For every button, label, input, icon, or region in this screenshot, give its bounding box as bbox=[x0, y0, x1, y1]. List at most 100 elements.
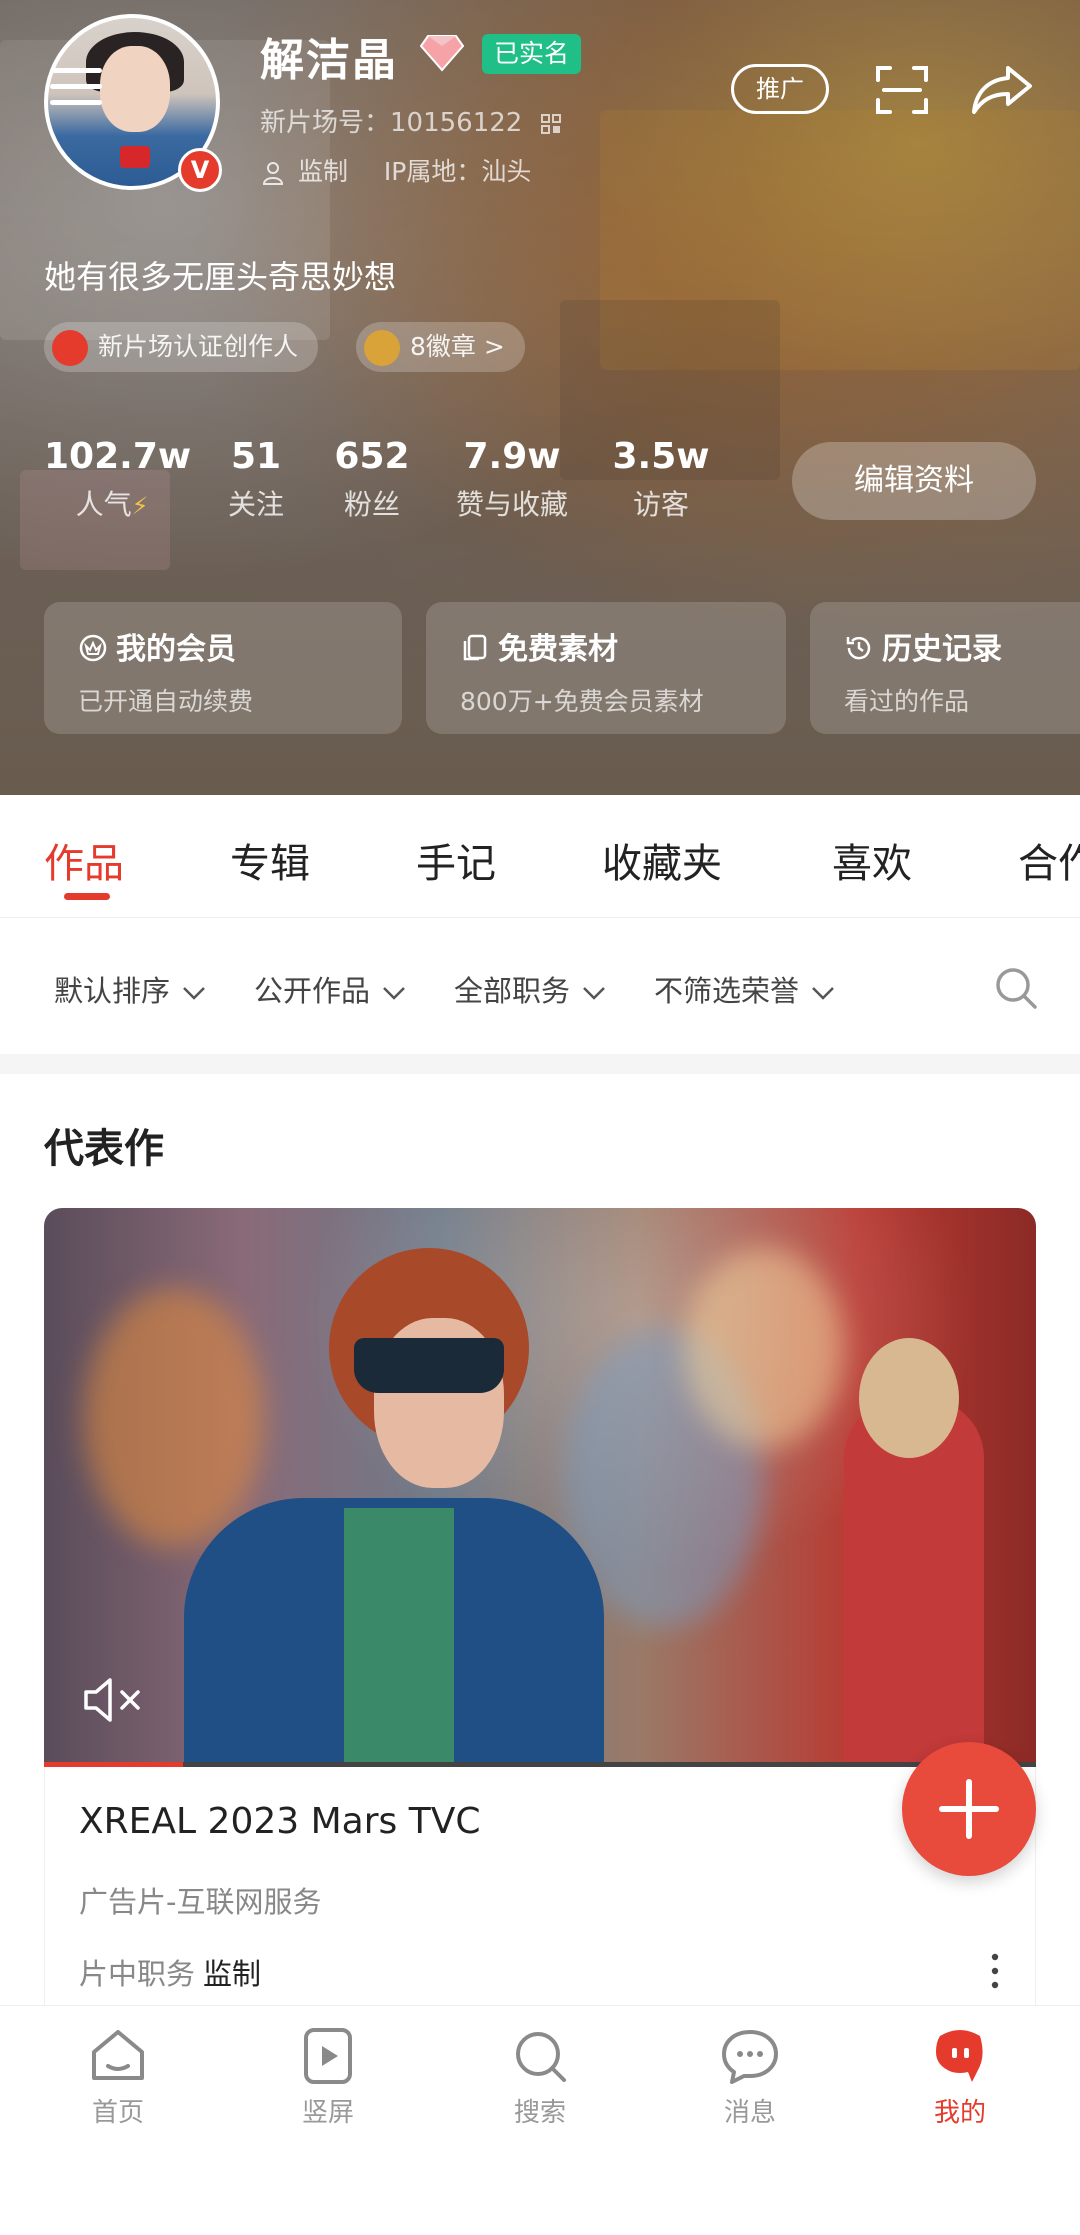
lightning-icon: ⚡ bbox=[131, 492, 149, 520]
content-tabs: 作品 专辑 手记 收藏夹 喜欢 合作 bbox=[0, 795, 1080, 918]
featured-video-player[interactable] bbox=[44, 1208, 1036, 1766]
featured-video-info[interactable]: XREAL 2023 Mars TVC 广告片-互联网服务 片中职务 监制 bbox=[44, 1767, 1036, 2007]
qr-code-icon[interactable] bbox=[540, 113, 561, 134]
chevron-down-icon bbox=[383, 987, 405, 1000]
video-role-value: 监制 bbox=[203, 1957, 262, 1991]
nav-messages[interactable]: 消息 bbox=[680, 2026, 820, 2129]
section-divider bbox=[0, 1054, 1080, 1074]
chevron-down-icon bbox=[183, 987, 205, 1000]
stat-label: 赞与收藏 bbox=[455, 488, 568, 521]
cert-label: 新片场认证创作人 bbox=[98, 332, 299, 361]
nav-label: 竖屏 bbox=[301, 2098, 354, 2128]
nav-home[interactable]: 首页 bbox=[48, 2026, 188, 2129]
profile-name: 解洁晶 bbox=[260, 35, 398, 86]
stat-value: 51 bbox=[230, 436, 282, 477]
filter-label: 公开作品 bbox=[254, 974, 371, 1008]
nav-label: 消息 bbox=[723, 2098, 776, 2128]
real-name-badge: 已实名 bbox=[482, 34, 582, 74]
filter-label: 默认排序 bbox=[54, 974, 171, 1008]
nav-label: 我的 bbox=[933, 2098, 986, 2128]
tab-works[interactable]: 作品 bbox=[44, 831, 124, 889]
stat-value: 7.9w bbox=[463, 436, 561, 477]
ip-location: IP属地：汕头 bbox=[383, 157, 532, 186]
user-id[interactable]: 新片场号：10156122 bbox=[260, 102, 561, 139]
mute-icon[interactable] bbox=[82, 1676, 146, 1724]
chevron-down-icon bbox=[812, 987, 834, 1000]
stat-likes-collections[interactable]: 7.9w 赞与收藏 bbox=[444, 436, 580, 523]
tab-favorites-folder[interactable]: 收藏夹 bbox=[602, 831, 722, 889]
nav-label: 搜索 bbox=[513, 2098, 566, 2128]
filter-visibility[interactable]: 公开作品 bbox=[254, 968, 406, 1010]
stat-value: 102.7w bbox=[44, 436, 192, 477]
filter-label: 不筛选荣誉 bbox=[654, 974, 800, 1008]
card-title: 免费素材 bbox=[498, 632, 618, 667]
nav-search[interactable]: 搜索 bbox=[470, 2026, 610, 2129]
share-icon[interactable] bbox=[970, 62, 1034, 116]
plus-icon bbox=[939, 1779, 999, 1839]
filter-role[interactable]: 全部职务 bbox=[454, 968, 606, 1010]
stat-fans[interactable]: 652 粉丝 bbox=[330, 436, 414, 523]
stat-value: 3.5w bbox=[612, 436, 710, 477]
tab-albums[interactable]: 专辑 bbox=[230, 831, 310, 889]
filter-honor[interactable]: 不筛选荣誉 bbox=[654, 968, 835, 1010]
cert-logo-icon bbox=[52, 330, 88, 366]
card-subtitle: 看过的作品 bbox=[844, 687, 970, 716]
stat-label: 人气⚡ bbox=[75, 488, 149, 521]
role-text: 监制 bbox=[297, 157, 348, 186]
card-title: 我的会员 bbox=[116, 632, 236, 667]
nav-vertical[interactable]: 竖屏 bbox=[258, 2026, 398, 2129]
medals-chip[interactable]: 8徽章 > bbox=[356, 322, 525, 372]
menu-icon[interactable] bbox=[50, 68, 102, 108]
stat-value: 652 bbox=[334, 436, 410, 477]
filter-bar: 默认排序 公开作品 全部职务 不筛选荣誉 bbox=[0, 918, 1080, 1054]
stat-label: 关注 bbox=[227, 488, 284, 521]
section-title: 代表作 bbox=[44, 1126, 164, 1172]
user-id-text: 新片场号：10156122 bbox=[260, 108, 523, 138]
diamond-icon[interactable] bbox=[420, 32, 464, 72]
video-role-label: 片中职务 bbox=[79, 1957, 196, 1991]
video-title: XREAL 2023 Mars TVC bbox=[79, 1801, 481, 1842]
video-role: 片中职务 监制 bbox=[79, 1951, 261, 1993]
stat-following[interactable]: 51 关注 bbox=[218, 436, 294, 523]
video-category: 广告片-互联网服务 bbox=[79, 1885, 322, 1919]
search-icon bbox=[516, 2032, 566, 2082]
active-tab-indicator bbox=[64, 893, 110, 900]
edit-profile-button[interactable]: 编辑资料 bbox=[792, 442, 1036, 520]
chevron-down-icon bbox=[583, 987, 605, 1000]
home-icon bbox=[92, 2030, 144, 2080]
stat-popularity[interactable]: 102.7w 人气⚡ bbox=[44, 436, 192, 523]
nav-me[interactable]: 我的 bbox=[890, 2026, 1030, 2129]
me-icon bbox=[936, 2030, 983, 2082]
search-icon[interactable] bbox=[992, 964, 1040, 1012]
history-icon bbox=[846, 636, 871, 660]
stat-visitors[interactable]: 3.5w 访客 bbox=[612, 436, 710, 523]
create-button[interactable] bbox=[902, 1742, 1036, 1876]
card-title: 历史记录 bbox=[882, 632, 1002, 667]
card-membership[interactable]: 我的会员 已开通自动续费 bbox=[44, 602, 402, 734]
member-icon bbox=[79, 634, 107, 662]
medal-icon bbox=[364, 330, 400, 366]
role-location-line: 监制 IP属地：汕头 bbox=[262, 152, 531, 188]
bottom-navigation: 首页 竖屏 搜索 消息 我的 bbox=[0, 2005, 1080, 2235]
promote-button[interactable]: 推广 bbox=[731, 64, 829, 114]
vertical-play-icon bbox=[304, 2028, 352, 2084]
message-icon bbox=[722, 2030, 778, 2084]
card-history[interactable]: 历史记录 看过的作品 bbox=[810, 602, 1080, 734]
scan-icon[interactable] bbox=[874, 62, 930, 118]
filter-sort[interactable]: 默认排序 bbox=[54, 968, 206, 1010]
medal-label: 8徽章 > bbox=[410, 332, 505, 361]
stat-label: 访客 bbox=[632, 488, 689, 521]
card-subtitle: 已开通自动续费 bbox=[78, 687, 254, 716]
creator-cert-chip[interactable]: 新片场认证创作人 bbox=[44, 322, 319, 372]
tab-notes[interactable]: 手记 bbox=[416, 831, 496, 889]
tab-collaboration[interactable]: 合作 bbox=[1018, 831, 1080, 889]
card-subtitle: 800万+免费会员素材 bbox=[460, 687, 704, 716]
person-icon bbox=[262, 162, 284, 185]
more-options-icon[interactable] bbox=[985, 1951, 1005, 1991]
tab-likes[interactable]: 喜欢 bbox=[832, 831, 912, 889]
nav-label: 首页 bbox=[91, 2098, 144, 2128]
card-free-material[interactable]: 免费素材 800万+免费会员素材 bbox=[426, 602, 786, 734]
stat-label: 粉丝 bbox=[343, 488, 400, 521]
filter-label: 全部职务 bbox=[454, 974, 571, 1008]
bio: 她有很多无厘头奇思妙想 bbox=[44, 258, 397, 296]
